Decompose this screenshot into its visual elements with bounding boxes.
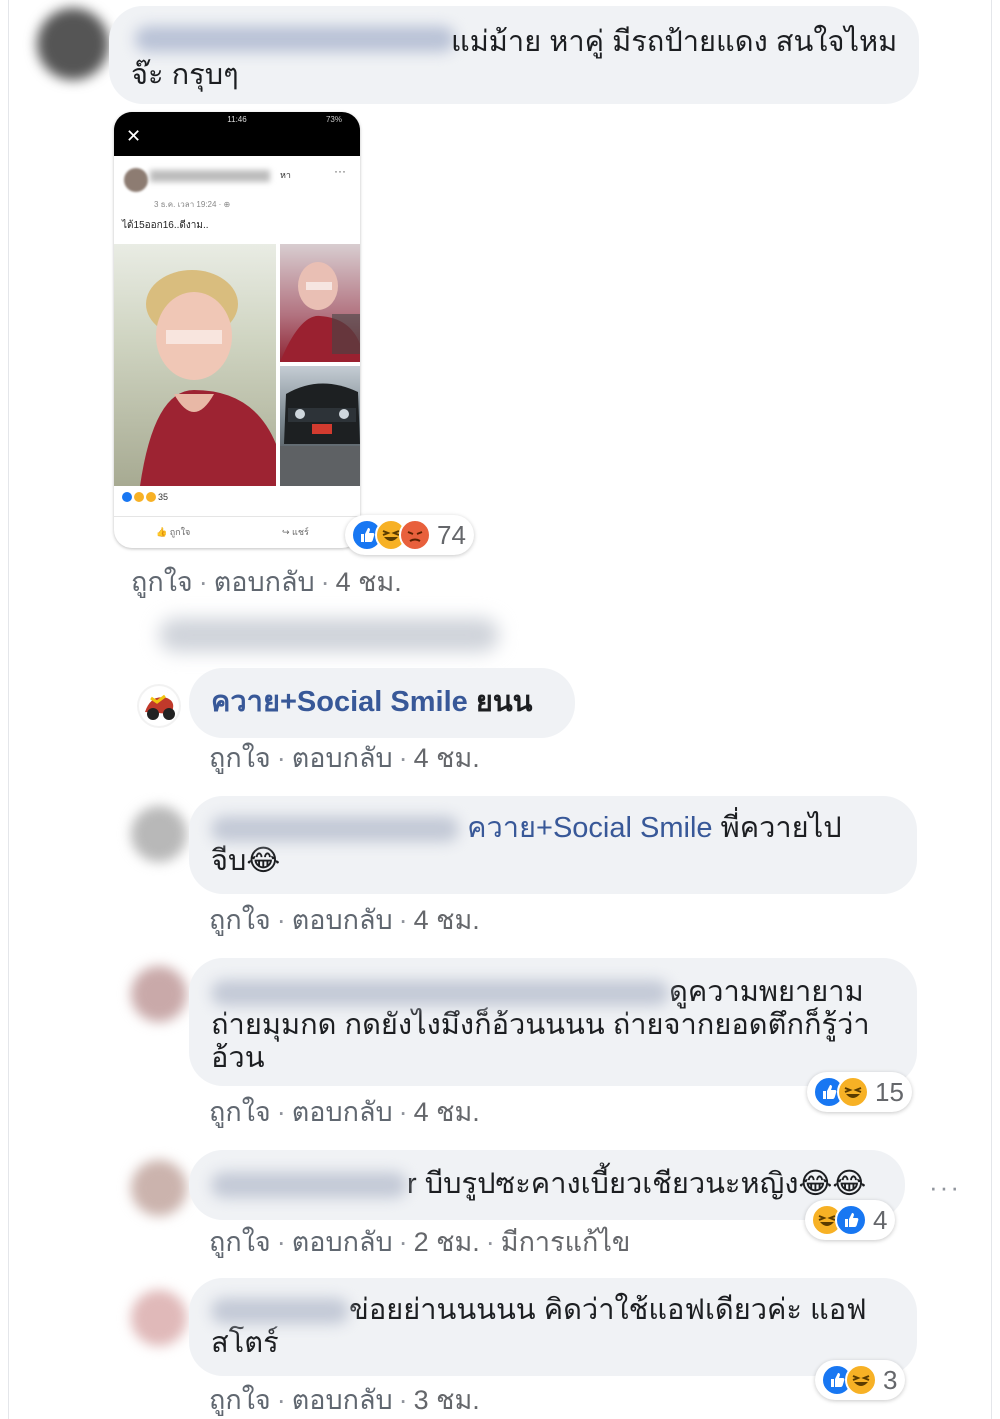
blurred-commenter-name[interactable] bbox=[211, 980, 669, 1007]
mentioned-name[interactable]: ควาย+Social Smile bbox=[467, 812, 712, 844]
comment-bubble: ดูความพยายาม ถ่ายมุมกด กดยังไงมึงก็อ้วนน… bbox=[189, 958, 917, 1086]
like-icon bbox=[835, 1204, 867, 1236]
comment-bubble: ควาย+Social Smile ยนน bbox=[189, 668, 575, 738]
comment-actions: ถูกใจ · ตอบกลับ · 4 ชม. bbox=[209, 1097, 480, 1127]
comment-text: ยนน bbox=[475, 686, 533, 718]
blurred-commenter-name[interactable] bbox=[211, 816, 459, 843]
timestamp[interactable]: 4 ชม. bbox=[336, 567, 402, 597]
reaction-count: 4 bbox=[873, 1204, 888, 1235]
comment-bubble: แม่ม้าย หาคู่ มีรถป้ายแดง สนใจไหมจ๊ะ กรุ… bbox=[109, 6, 919, 104]
commenter-avatar[interactable] bbox=[131, 1160, 187, 1216]
post-like-button: 👍 ถูกใจ bbox=[156, 527, 191, 537]
blurred-post-author bbox=[150, 170, 270, 182]
post-date: 3 ธ.ค. เวลา 19:24 · ⊕ bbox=[154, 200, 231, 209]
timestamp[interactable]: 4 ชม. bbox=[414, 905, 480, 935]
phone-status-bar: 11:46 73% ✕ bbox=[114, 112, 360, 156]
commenter-avatar[interactable] bbox=[137, 684, 181, 728]
post-share-label: แชร์ bbox=[292, 527, 309, 537]
comment-text: แม่ม้าย หาคู่ มีรถป้ายแดง สนใจไหมจ๊ะ กรุ… bbox=[131, 26, 898, 91]
like-icon bbox=[122, 492, 132, 502]
commenter-name[interactable]: ควาย+Social Smile bbox=[211, 686, 468, 718]
comment-actions: ถูกใจ · ตอบกลับ · 4 ชม. bbox=[209, 905, 480, 935]
comment-text-prefix: r bbox=[407, 1168, 417, 1200]
like-link[interactable]: ถูกใจ bbox=[131, 567, 193, 597]
reply-link[interactable]: ตอบกลับ bbox=[292, 1097, 393, 1127]
comment-text-line2: จีบ bbox=[211, 845, 247, 877]
close-icon: ✕ bbox=[126, 126, 142, 146]
haha-icon bbox=[845, 1364, 877, 1396]
commenter-avatar[interactable] bbox=[37, 8, 109, 80]
comment-text-line2: ถ่ายมุมกด กดยังไงมึงก็อ้วนนนน ถ่ายจากยอด… bbox=[211, 1009, 870, 1041]
laughing-emoji: 😂😂 bbox=[798, 1168, 867, 1200]
wow-icon bbox=[134, 492, 144, 502]
angry-icon bbox=[399, 519, 431, 551]
comment-actions: ถูกใจ · ตอบกลับ · 4 ชม. bbox=[209, 743, 480, 773]
post-share-button: ↪ แชร์ bbox=[282, 527, 309, 537]
phone-battery: 73% bbox=[325, 115, 342, 124]
reply-link[interactable]: ตอบกลับ bbox=[292, 743, 393, 773]
post-photo-car bbox=[280, 366, 360, 486]
attached-screenshot[interactable]: 11:46 73% ✕ หา ··· 3 ธ.ค. เวลา 19:24 · ⊕… bbox=[114, 112, 360, 548]
blurred-replies-link[interactable] bbox=[159, 618, 499, 652]
comment-text-line2: สโตร์ bbox=[211, 1327, 279, 1359]
reaction-summary[interactable]: 4 bbox=[805, 1200, 896, 1240]
timestamp[interactable]: 3 ชม. bbox=[414, 1385, 480, 1415]
comment-text-line1: ข่อยย่านนนนน คิดว่าใช้แอฟเดียวค่ะ แอฟ bbox=[349, 1294, 867, 1326]
comment-text-line1: ดูความพยายาม bbox=[669, 976, 864, 1008]
timestamp[interactable]: 4 ชม. bbox=[414, 1097, 480, 1127]
like-link[interactable]: ถูกใจ bbox=[209, 1227, 271, 1257]
comment-text-line3: อ้วน bbox=[211, 1042, 265, 1074]
reaction-count: 74 bbox=[437, 519, 466, 550]
comment-text: พี่ควายไป bbox=[720, 812, 842, 844]
post-reactions: 35 bbox=[122, 492, 168, 502]
more-options-icon[interactable]: ··· bbox=[929, 1172, 961, 1203]
reaction-summary[interactable]: 15 bbox=[807, 1072, 912, 1112]
comment-bubble: ควาย+Social Smile พี่ควายไป จีบ😂 bbox=[189, 796, 917, 894]
comment-bubble: ข่อยย่านนนนน คิดว่าใช้แอฟเดียวค่ะ แอฟ สโ… bbox=[189, 1278, 917, 1376]
timestamp[interactable]: 2 ชม. bbox=[414, 1227, 480, 1257]
reaction-summary[interactable]: 74 bbox=[345, 515, 474, 555]
reaction-count: 3 bbox=[883, 1364, 898, 1395]
comment-bubble: r บีบรูปซะคางเบี้ยวเชียวนะหญิง😂😂 bbox=[189, 1150, 905, 1220]
like-link[interactable]: ถูกใจ bbox=[209, 1385, 271, 1415]
comment-actions: ถูกใจ · ตอบกลับ · 3 ชม. bbox=[209, 1385, 480, 1415]
like-link[interactable]: ถูกใจ bbox=[209, 743, 271, 773]
edited-label[interactable]: มีการแก้ไข bbox=[501, 1227, 631, 1257]
divider bbox=[114, 516, 360, 517]
reply-link[interactable]: ตอบกลับ bbox=[292, 1227, 393, 1257]
post-author-avatar bbox=[124, 168, 148, 192]
reply-link[interactable]: ตอบกลับ bbox=[214, 567, 315, 597]
blurred-commenter-name[interactable] bbox=[211, 1298, 349, 1325]
haha-icon bbox=[146, 492, 156, 502]
reaction-count: 15 bbox=[875, 1076, 904, 1107]
comment-actions: ถูกใจ · ตอบกลับ · 2 ชม. · มีการแก้ไข bbox=[209, 1227, 631, 1257]
phone-time: 11:46 bbox=[227, 115, 247, 124]
post-photo-2 bbox=[280, 244, 360, 362]
timestamp[interactable]: 4 ชม. bbox=[414, 743, 480, 773]
more-icon: ··· bbox=[334, 164, 346, 178]
blurred-commenter-name[interactable] bbox=[211, 1172, 407, 1199]
laughing-emoji: 😂 bbox=[246, 845, 281, 877]
reply-link[interactable]: ตอบกลับ bbox=[292, 905, 393, 935]
comment-text: บีบรูปซะคางเบี้ยวเชียวนะหญิง bbox=[424, 1168, 799, 1200]
comment-actions: ถูกใจ · ตอบกลับ · 4 ชม. bbox=[131, 567, 402, 597]
commenter-avatar[interactable] bbox=[131, 1290, 187, 1346]
phone-post: หา ··· 3 ธ.ค. เวลา 19:24 · ⊕ ได้15ออก16.… bbox=[114, 156, 360, 548]
like-link[interactable]: ถูกใจ bbox=[209, 1097, 271, 1127]
comment-thread: แม่ม้าย หาคู่ มีรถป้ายแดง สนใจไหมจ๊ะ กรุ… bbox=[8, 0, 992, 1419]
like-link[interactable]: ถูกใจ bbox=[209, 905, 271, 935]
reaction-summary[interactable]: 3 bbox=[815, 1360, 906, 1400]
post-text: ได้15ออก16..ดีงาม.. bbox=[122, 220, 209, 231]
reply-link[interactable]: ตอบกลับ bbox=[292, 1385, 393, 1415]
haha-icon bbox=[837, 1076, 869, 1108]
commenter-avatar[interactable] bbox=[131, 806, 187, 862]
commenter-avatar[interactable] bbox=[131, 966, 187, 1022]
post-reaction-count: 35 bbox=[158, 492, 169, 502]
post-photo-selfie bbox=[114, 244, 276, 486]
post-like-label: ถูกใจ bbox=[169, 527, 191, 537]
post-author-suffix: หา bbox=[280, 170, 291, 180]
